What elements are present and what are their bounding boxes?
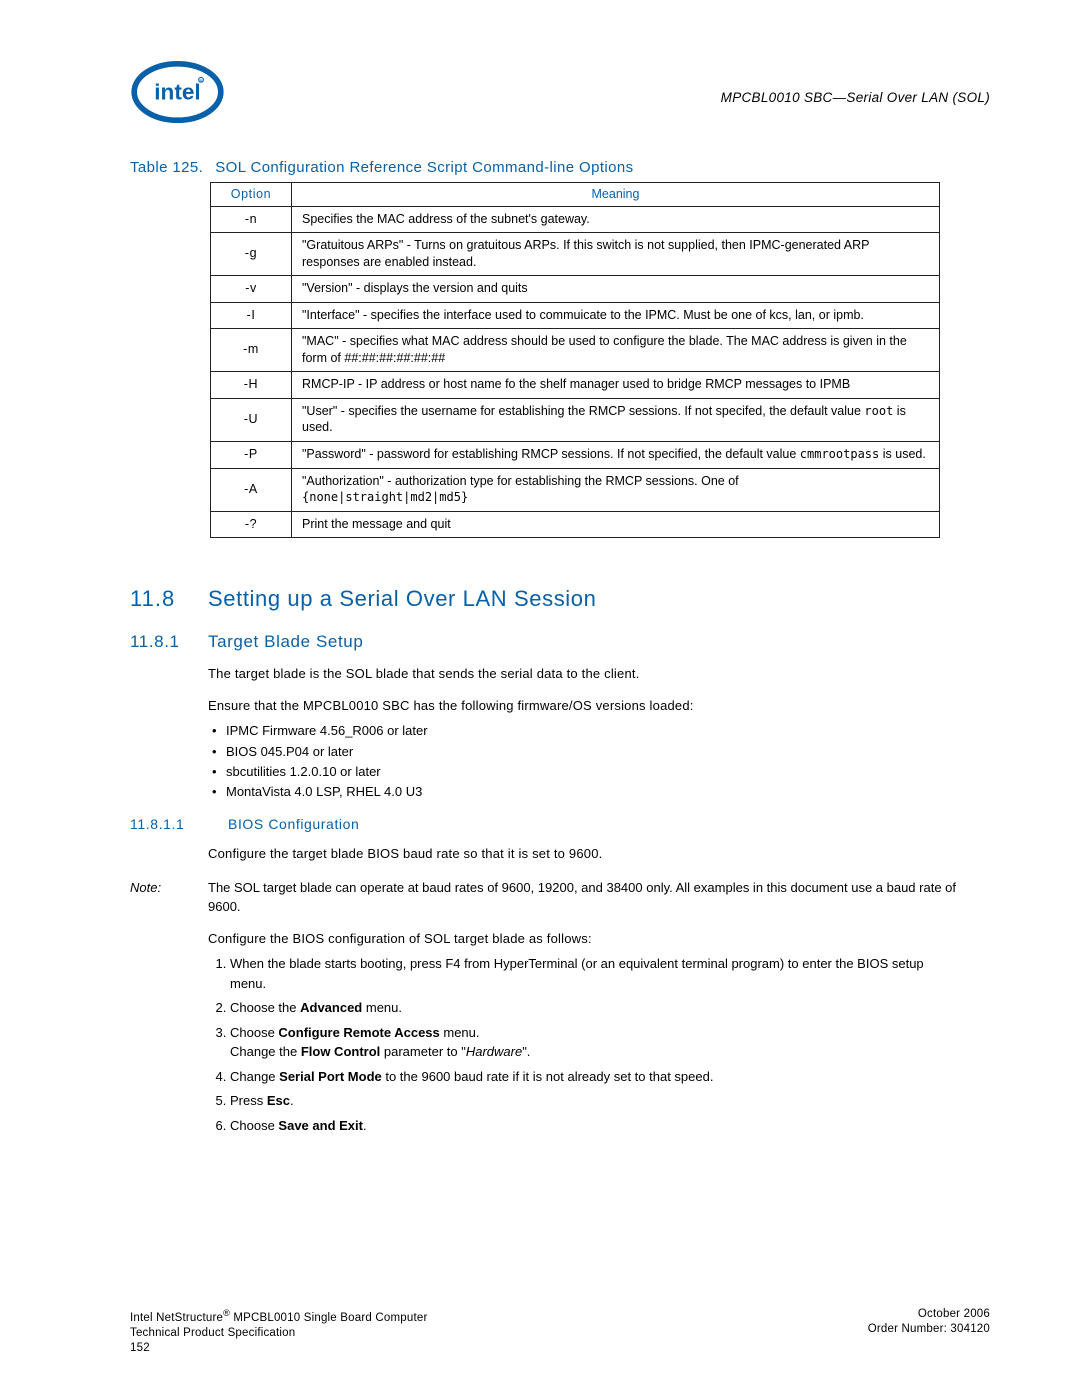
footer-page-number: 152 <box>130 1341 427 1357</box>
bullet-list: IPMC Firmware 4.56_R006 or later BIOS 04… <box>208 721 960 802</box>
ordered-list: When the blade starts booting, press F4 … <box>208 954 960 1135</box>
table-row: -v"Version" - displays the version and q… <box>211 276 940 303</box>
subsubsection-heading: 11.8.1.1 BIOS Configuration <box>130 816 990 832</box>
note-body: The SOL target blade can operate at baud… <box>208 878 960 917</box>
footer-date: October 2006 <box>868 1307 990 1323</box>
paragraph: Configure the BIOS configuration of SOL … <box>208 929 960 949</box>
list-item: Choose the Advanced menu. <box>230 998 960 1018</box>
footer-doc-type: Technical Product Specification <box>130 1326 427 1342</box>
intel-logo: intel R <box>130 60 225 124</box>
list-item: Change Serial Port Mode to the 9600 baud… <box>230 1067 960 1087</box>
th-meaning: Meaning <box>292 183 940 207</box>
paragraph: Configure the target blade BIOS baud rat… <box>208 844 960 864</box>
list-item: BIOS 045.P04 or later <box>208 742 960 762</box>
page-footer: Intel NetStructure® MPCBL0010 Single Boa… <box>130 1307 990 1357</box>
svg-text:R: R <box>200 79 203 83</box>
table-row: -P"Password" - password for establishing… <box>211 441 940 468</box>
table-caption: Table 125. SOL Configuration Reference Sc… <box>90 159 990 176</box>
list-item: sbcutilities 1.2.0.10 or later <box>208 762 960 782</box>
table-row: -U"User" - specifies the username for es… <box>211 398 940 441</box>
list-item: When the blade starts booting, press F4 … <box>230 954 960 993</box>
running-header: MPCBL0010 SBC—Serial Over LAN (SOL) <box>225 80 990 105</box>
table-row: -I"Interface" - specifies the interface … <box>211 302 940 329</box>
table-row: -A"Authorization" - authorization type f… <box>211 468 940 511</box>
svg-text:intel: intel <box>154 80 200 105</box>
table-row: -g"Gratuitous ARPs" - Turns on gratuitou… <box>211 233 940 276</box>
table-title: SOL Configuration Reference Script Comma… <box>215 159 633 176</box>
table-row: -HRMCP-IP - IP address or host name fo t… <box>211 372 940 399</box>
note-block: Note: The SOL target blade can operate a… <box>130 878 960 917</box>
table-row: -m"MAC" - specifies what MAC address sho… <box>211 329 940 372</box>
table-row: -nSpecifies the MAC address of the subne… <box>211 206 940 233</box>
list-item: Choose Configure Remote Access menu.Chan… <box>230 1023 960 1062</box>
page-header: intel R MPCBL0010 SBC—Serial Over LAN (S… <box>90 60 990 124</box>
footer-order-number: Order Number: 304120 <box>868 1322 990 1338</box>
paragraph: Ensure that the MPCBL0010 SBC has the fo… <box>208 696 960 716</box>
th-option: Option <box>211 183 292 207</box>
table-number: Table 125. <box>130 159 203 176</box>
list-item: Choose Save and Exit. <box>230 1116 960 1136</box>
table-row: -?Print the message and quit <box>211 511 940 538</box>
footer-product: Intel NetStructure® MPCBL0010 Single Boa… <box>130 1307 427 1326</box>
paragraph: The target blade is the SOL blade that s… <box>208 664 960 684</box>
section-heading: 11.8 Setting up a Serial Over LAN Sessio… <box>130 586 990 612</box>
options-table: Option Meaning -nSpecifies the MAC addre… <box>210 182 940 538</box>
list-item: MontaVista 4.0 LSP, RHEL 4.0 U3 <box>208 782 960 802</box>
list-item: IPMC Firmware 4.56_R006 or later <box>208 721 960 741</box>
subsection-heading: 11.8.1 Target Blade Setup <box>130 632 990 652</box>
note-label: Note: <box>130 878 208 917</box>
list-item: Press Esc. <box>230 1091 960 1111</box>
